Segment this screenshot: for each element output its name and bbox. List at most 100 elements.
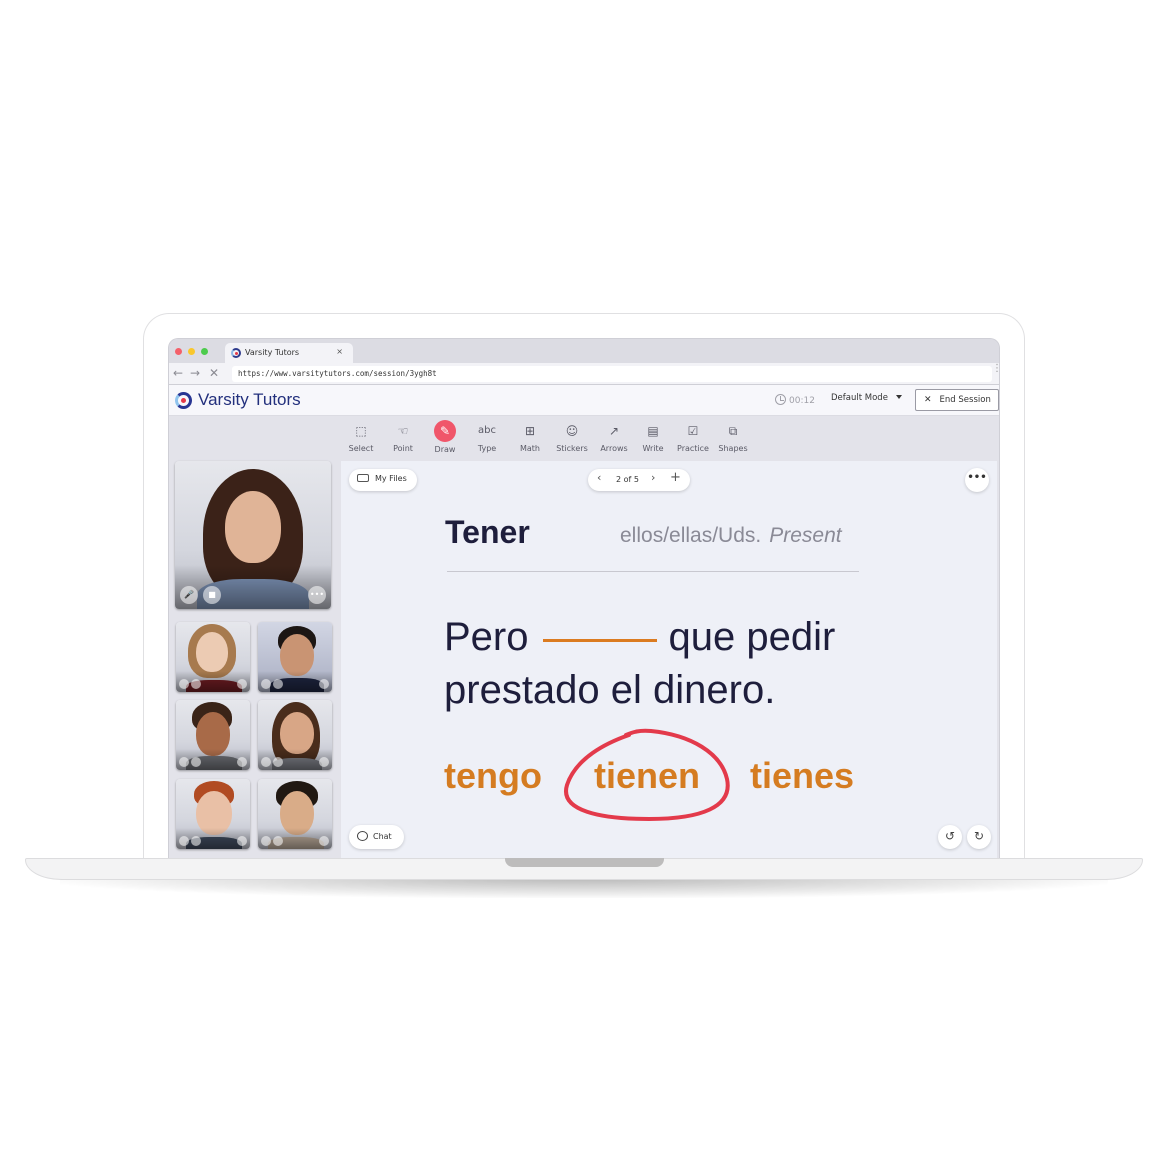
pencil-icon: ✎ bbox=[434, 420, 456, 442]
undo-button[interactable]: ↺ bbox=[938, 825, 962, 849]
tool-type[interactable]: abc Type bbox=[467, 419, 507, 453]
student-video[interactable] bbox=[258, 700, 332, 770]
whiteboard-canvas[interactable]: My Files ‹ 2 of 5 › + ••• Tener ellos/el… bbox=[341, 461, 997, 858]
timer-value: 00:12 bbox=[789, 396, 815, 406]
mode-label: Default Mode bbox=[831, 393, 888, 403]
browser-window: Varsity Tutors × ← → ✕ https://www.varsi… bbox=[168, 338, 1000, 858]
board-more-button[interactable]: ••• bbox=[965, 468, 989, 492]
tutor-video[interactable]: 🎤 ■ ••• bbox=[175, 461, 331, 609]
browser-tab[interactable]: Varsity Tutors × bbox=[225, 343, 353, 363]
chevron-right-icon[interactable]: › bbox=[651, 471, 655, 484]
tool-label: Point bbox=[393, 444, 413, 453]
verb-subject: ellos/ellas/Uds. Present bbox=[620, 524, 842, 548]
student-video[interactable] bbox=[176, 779, 250, 849]
maximize-window-button[interactable] bbox=[201, 348, 208, 355]
smiley-icon: ☺ bbox=[565, 424, 579, 438]
minimize-window-button[interactable] bbox=[188, 348, 195, 355]
more-icon[interactable]: ••• bbox=[308, 586, 326, 604]
laptop-shadow bbox=[60, 878, 1108, 898]
tool-practice[interactable]: ☑ Practice bbox=[673, 419, 713, 453]
camera-icon[interactable] bbox=[273, 679, 283, 689]
answer-choice[interactable]: tengo bbox=[444, 755, 542, 797]
mic-icon[interactable] bbox=[179, 836, 189, 846]
tool-label: Arrows bbox=[600, 444, 628, 453]
browser-menu-icon[interactable]: ⋮ bbox=[992, 364, 999, 374]
student-video[interactable] bbox=[258, 622, 332, 692]
student-video[interactable] bbox=[258, 779, 332, 849]
redo-button[interactable]: ↻ bbox=[967, 825, 991, 849]
chevron-left-icon[interactable]: ‹ bbox=[597, 471, 601, 484]
mic-icon[interactable] bbox=[179, 757, 189, 767]
tool-stickers[interactable]: ☺ Stickers bbox=[552, 419, 592, 453]
forward-icon[interactable]: → bbox=[190, 366, 200, 380]
student-video[interactable] bbox=[176, 622, 250, 692]
stop-icon[interactable]: ✕ bbox=[209, 366, 219, 380]
back-icon[interactable]: ← bbox=[173, 366, 183, 380]
camera-icon[interactable] bbox=[273, 836, 283, 846]
address-bar: ← → ✕ https://www.varsitytutors.com/sess… bbox=[169, 363, 999, 385]
page-navigator: ‹ 2 of 5 › + bbox=[588, 469, 690, 491]
clipboard-check-icon: ☑ bbox=[687, 424, 699, 438]
verb-title: Tener bbox=[445, 514, 530, 550]
tab-close-icon[interactable]: × bbox=[336, 347, 343, 356]
tab-title: Varsity Tutors bbox=[245, 348, 300, 357]
select-icon: ⬚ bbox=[355, 424, 367, 438]
favicon-icon bbox=[231, 348, 241, 358]
more-icon[interactable] bbox=[237, 836, 247, 846]
mic-icon[interactable] bbox=[261, 679, 271, 689]
tool-label: Type bbox=[477, 444, 497, 453]
mic-icon[interactable] bbox=[261, 757, 271, 767]
tool-arrows[interactable]: ↗ Arrows bbox=[594, 419, 634, 453]
chevron-down-icon bbox=[895, 395, 902, 399]
tool-point[interactable]: ☜ Point bbox=[383, 419, 423, 453]
tense-label: Present bbox=[769, 524, 842, 547]
mode-dropdown[interactable]: Default Mode bbox=[831, 393, 902, 403]
text-abc-icon: abc bbox=[478, 425, 496, 436]
camera-icon[interactable]: ■ bbox=[203, 586, 221, 604]
inbox-tray-icon bbox=[357, 474, 369, 482]
card-divider bbox=[447, 571, 859, 572]
camera-icon[interactable] bbox=[191, 836, 201, 846]
more-icon[interactable] bbox=[319, 679, 329, 689]
close-window-button[interactable] bbox=[175, 348, 182, 355]
answer-choice[interactable]: tienes bbox=[750, 755, 854, 797]
laptop-notch bbox=[505, 858, 664, 867]
more-icon[interactable] bbox=[237, 679, 247, 689]
camera-icon[interactable] bbox=[191, 679, 201, 689]
more-icon[interactable] bbox=[319, 757, 329, 767]
page-indicator: 2 of 5 bbox=[616, 475, 639, 484]
tool-select[interactable]: ⬚ Select bbox=[341, 419, 381, 453]
document-icon: ▤ bbox=[647, 424, 659, 438]
mic-icon[interactable] bbox=[261, 836, 271, 846]
end-session-label: End Session bbox=[939, 395, 991, 405]
arrow-icon: ↗ bbox=[608, 424, 620, 438]
url-input[interactable]: https://www.varsitytutors.com/session/3y… bbox=[232, 366, 992, 382]
brand-name: Varsity Tutors bbox=[198, 390, 301, 409]
tool-shapes[interactable]: ⧉ Shapes bbox=[713, 419, 753, 453]
mic-icon[interactable] bbox=[179, 679, 189, 689]
calculator-grid-icon: ⊞ bbox=[524, 424, 536, 438]
close-icon: ✕ bbox=[924, 395, 932, 405]
tool-math[interactable]: ⊞ Math bbox=[510, 419, 550, 453]
chat-button[interactable]: Chat bbox=[349, 825, 404, 849]
my-files-label: My Files bbox=[375, 474, 407, 483]
add-page-icon[interactable]: + bbox=[670, 470, 681, 485]
more-icon[interactable] bbox=[237, 757, 247, 767]
tool-draw[interactable]: ✎ Draw bbox=[425, 419, 465, 454]
shapes-icon: ⧉ bbox=[728, 424, 738, 438]
student-video[interactable] bbox=[176, 700, 250, 770]
mic-icon[interactable]: 🎤 bbox=[180, 586, 198, 604]
video-person-face bbox=[280, 634, 314, 676]
annotation-stroke bbox=[564, 728, 730, 822]
end-session-button[interactable]: ✕ End Session bbox=[915, 389, 999, 411]
drawn-circle-annotation bbox=[564, 728, 730, 822]
more-icon[interactable] bbox=[319, 836, 329, 846]
answer-blank bbox=[542, 639, 657, 642]
camera-icon[interactable] bbox=[273, 757, 283, 767]
tool-write[interactable]: ▤ Write bbox=[633, 419, 673, 453]
chat-label: Chat bbox=[373, 832, 392, 841]
tool-label: Write bbox=[642, 444, 664, 453]
tool-label: Math bbox=[519, 444, 540, 453]
camera-icon[interactable] bbox=[191, 757, 201, 767]
my-files-button[interactable]: My Files bbox=[349, 469, 417, 491]
